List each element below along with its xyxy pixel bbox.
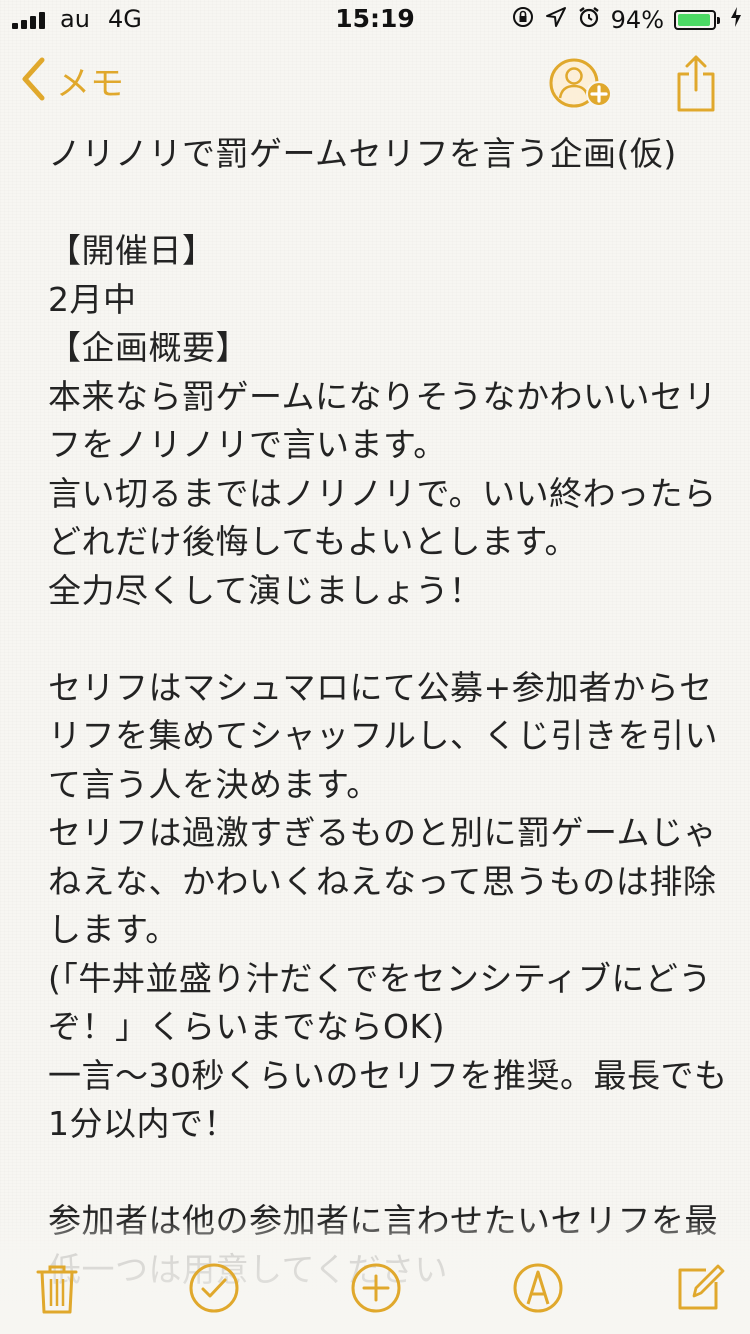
note-line: 言い切るまではノリノリで。いい終わったら (48, 473, 717, 513)
back-label: メモ (56, 64, 124, 104)
note-line: セリフはマシュマロにて公募+参加者からセ (48, 667, 713, 707)
note-line: 【企画概要】 (48, 328, 249, 367)
note-line: ノリノリで罰ゲームセリフを言う企画(仮) (48, 134, 677, 173)
note-line: リフを集めてシャッフルし、くじ引きを引い (48, 716, 718, 755)
note-line: 一言〜30秒くらいのセリフを推奨。最長でも (48, 1055, 728, 1095)
note-line: フをノリノリで言います。 (48, 425, 447, 464)
sketch-button[interactable] (512, 1262, 563, 1313)
note-body[interactable]: ノリノリで罰ゲームセリフを言う企画(仮) 【開催日】 2月中【企画概要】本来なら罰ゲ… (48, 130, 728, 1294)
orientation-lock-icon (511, 5, 535, 35)
note-line: します。 (48, 910, 179, 949)
note-line: どれだけ後悔してもよいとします。 (48, 522, 579, 561)
alarm-icon (577, 5, 601, 35)
add-attachment-button[interactable] (350, 1262, 401, 1313)
note-line: 【開催日】 (48, 231, 216, 270)
back-button[interactable]: メモ (20, 56, 124, 105)
note-line: て言う人を決めます。 (48, 764, 380, 804)
note-line: セリフは過激すぎるものと別に罰ゲームじゃ (48, 813, 718, 852)
add-people-button[interactable] (548, 58, 618, 114)
status-icons: 94% (511, 4, 742, 36)
sketch-icon (513, 1263, 563, 1313)
delete-button[interactable] (32, 1262, 82, 1314)
note-line: 全力尽くして演じましょう！ (48, 570, 483, 610)
trash-icon (36, 1265, 78, 1314)
navigation-bar: メモ (0, 40, 750, 128)
note-line: (「牛丼並盛り汁だくでをセンシティブにどう (48, 958, 712, 998)
chevron-left-icon (20, 57, 46, 105)
compose-button[interactable] (676, 1262, 726, 1312)
note-line: 本来なら罰ゲームになりそうなかわいいセリ (48, 376, 718, 416)
note-line: 1分以内で！ (48, 1104, 237, 1143)
note-line: 2月中 (48, 279, 137, 319)
note-line (48, 1149, 718, 1198)
share-button[interactable] (676, 54, 716, 112)
location-icon (545, 6, 567, 34)
status-bar: au 4G 15:19 94% (0, 0, 750, 40)
share-icon (677, 55, 715, 112)
bottom-toolbar (0, 1244, 750, 1334)
add-person-icon (549, 58, 612, 108)
checklist-icon (189, 1263, 239, 1313)
note-line (48, 615, 718, 664)
note-line: ぞ！」くらいまでならOK) (48, 1007, 445, 1046)
battery-icon (674, 10, 720, 30)
compose-icon (678, 1264, 725, 1310)
charging-icon (730, 6, 742, 34)
battery-percent: 94% (610, 6, 664, 34)
add-icon (351, 1263, 401, 1313)
checklist-button[interactable] (188, 1262, 239, 1313)
note-line: ねえな、かわいくねえなって思うものは排除 (48, 861, 717, 901)
note-line (48, 179, 718, 228)
